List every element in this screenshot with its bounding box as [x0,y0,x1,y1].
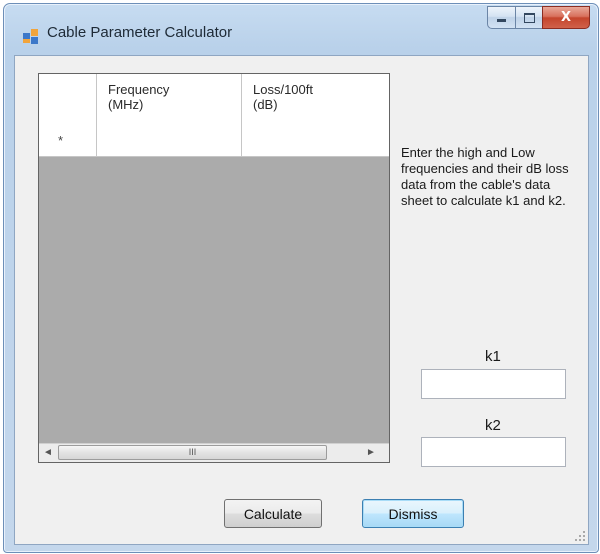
grid-new-row: * [39,124,389,157]
maximize-button[interactable] [515,6,542,29]
client-area: Frequency (MHz) Loss/100ft (dB) * ◄ III [14,55,589,545]
k2-field[interactable] [421,437,566,467]
column-header-frequency[interactable]: Frequency (MHz) [97,74,242,124]
title-bar[interactable]: Cable Parameter Calculator X [4,4,598,56]
k1-field[interactable] [421,369,566,399]
close-button[interactable]: X [542,6,590,29]
app-window: Cable Parameter Calculator X Frequency (… [3,3,599,553]
horizontal-scrollbar[interactable]: ◄ III ► [39,443,389,462]
column-header-loss-line1: Loss/100ft [253,82,313,97]
k1-label: k1 [485,348,501,365]
scroll-left-icon[interactable]: ◄ [39,444,57,462]
minimize-icon [497,19,506,22]
row-header-corner[interactable] [39,74,97,124]
scroll-thumb[interactable]: III [58,445,327,460]
window-title: Cable Parameter Calculator [47,24,233,41]
close-icon: X [560,10,572,25]
new-row-marker-icon: * [58,133,64,148]
resize-grip-icon[interactable] [575,531,585,541]
window-controls: X [487,6,590,30]
scroll-thumb-grip-icon: III [188,447,197,457]
scroll-right-icon[interactable]: ► [362,444,380,462]
dismiss-button[interactable]: Dismiss [362,499,464,528]
column-header-loss-line2: (dB) [253,97,278,112]
maximize-icon [523,12,535,23]
column-header-frequency-line1: Frequency [108,82,170,97]
row-header-new[interactable]: * [39,124,97,156]
instructions-text: Enter the high and Low frequencies and t… [401,145,569,208]
column-header-loss[interactable]: Loss/100ft (dB) [242,74,389,124]
k2-label: k2 [485,417,501,434]
calculate-button[interactable]: Calculate [224,499,322,528]
grid-header: Frequency (MHz) Loss/100ft (dB) [39,74,389,125]
data-grid[interactable]: Frequency (MHz) Loss/100ft (dB) * ◄ III [38,73,390,463]
cell-loss[interactable] [242,124,389,156]
app-window-icon [23,28,39,44]
minimize-button[interactable] [487,6,515,29]
column-header-frequency-line2: (MHz) [108,97,144,112]
cell-frequency[interactable] [97,124,242,156]
